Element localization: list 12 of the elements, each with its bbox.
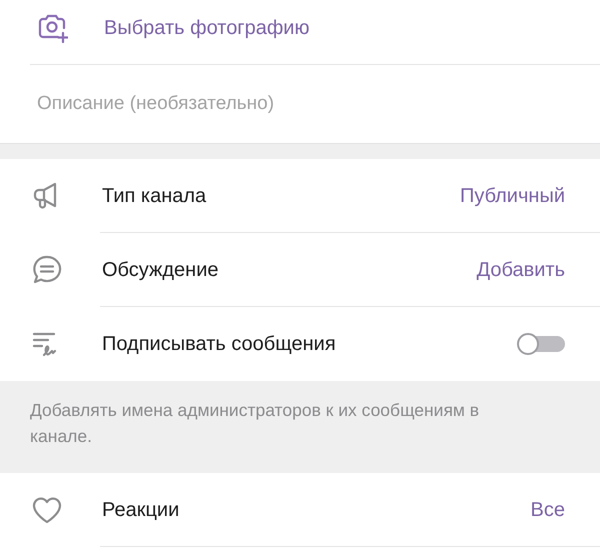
choose-photo-link[interactable]: Выбрать фотографию — [104, 13, 310, 43]
add-photo-icon — [38, 12, 68, 44]
setting-label[interactable]: Подписывать сообщения — [102, 329, 517, 359]
hint-text: Добавлять имена администраторов к их сообщениям в канале. — [0, 381, 600, 473]
toggle-switch[interactable] — [517, 333, 565, 355]
description-field[interactable]: Описание (необязательно) — [35, 88, 565, 120]
setting-label[interactable]: Реакции — [102, 495, 531, 525]
setting-value[interactable]: Все — [530, 495, 565, 525]
setting-label[interactable]: Тип канала — [102, 181, 460, 211]
setting-label[interactable]: Обсуждение — [102, 255, 477, 285]
setting-value[interactable]: Публичный — [460, 181, 565, 211]
setting-value[interactable]: Добавить — [476, 255, 565, 285]
